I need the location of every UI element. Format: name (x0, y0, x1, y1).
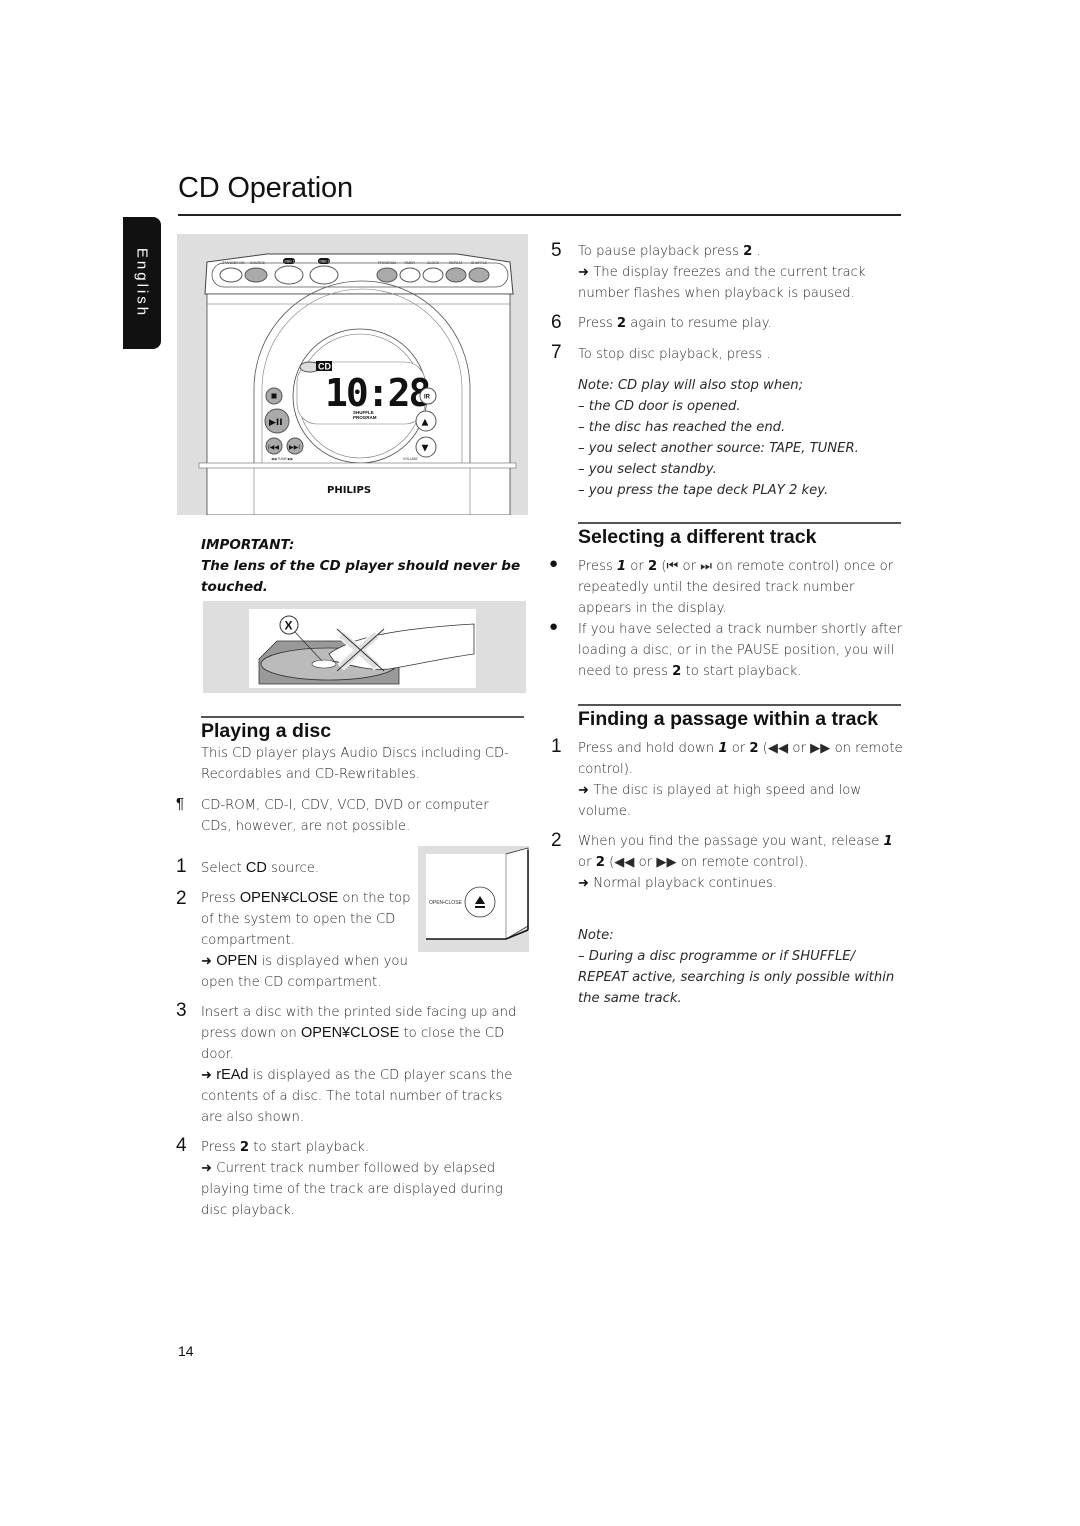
svg-text:I◀◀: I◀◀ (268, 444, 279, 451)
section-divider (578, 522, 901, 524)
selecting-track-bullet-2: If you have selected a track number shor… (578, 622, 902, 679)
result-arrow-icon: ➜ (201, 1068, 213, 1083)
dbb2-button (309, 265, 339, 285)
step-3-text: Insert a disc with the printed side faci… (201, 1005, 517, 1125)
note-item: – you select standby. (578, 462, 717, 477)
display-message: rEAd (216, 1067, 249, 1083)
brand-logo: PHILIPS (327, 485, 371, 496)
top-label: CLOCK (427, 261, 440, 265)
display-message: OPEN (216, 953, 258, 969)
top-label: REPEAT (449, 261, 464, 265)
lens-warning-illustration: X (203, 601, 526, 693)
key-name: OPEN¥CLOSE (300, 1025, 400, 1041)
volume-label: VOLUME (403, 457, 418, 461)
bullet-icon: ● (549, 555, 559, 572)
result-arrow-icon: ➜ (201, 954, 213, 969)
hand-touching-lens-drawing: X (258, 615, 475, 685)
dbb1-button (274, 265, 304, 285)
section-title-selecting-track: Selecting a different track (578, 526, 817, 548)
repeat-button (445, 267, 467, 283)
standby-button (219, 267, 243, 283)
note-item: – the CD door is opened. (578, 399, 741, 414)
language-tab-label: English (133, 247, 151, 319)
timer-button (399, 267, 421, 283)
important-heading: IMPORTANT: (201, 537, 295, 553)
key-name: 2 (239, 1140, 250, 1155)
warning-symbol: ¶ (176, 795, 185, 812)
step-6-text: Press 2 again to resume play. (578, 316, 772, 331)
bullet-icon: ● (549, 618, 559, 635)
top-label: PROGRAM (378, 261, 396, 265)
source-button (244, 267, 268, 283)
svg-text:▲: ▲ (422, 418, 429, 428)
open-close-label: OPEN•CLOSE (429, 900, 463, 906)
step-number: 6 (551, 312, 562, 333)
note-item: – the disc has reached the end. (578, 420, 786, 435)
note-heading: Note: CD play will also stop when; (578, 378, 804, 393)
finding-note-text: – During a disc programme or if SHUFFLE/… (578, 949, 895, 1006)
result-arrow-icon: ➜ (201, 1161, 213, 1176)
key-name: CD (245, 860, 267, 876)
finding-note-heading: Note: (578, 928, 614, 943)
result-arrow-icon: ➜ (578, 876, 590, 891)
step-number: 3 (176, 1000, 187, 1021)
shuffle-button (468, 267, 490, 283)
finding-step-2-text: When you find the passage you want, rele… (578, 834, 893, 891)
top-label: STANDBY-ON (222, 261, 245, 265)
playing-disc-intro: This CD player plays Audio Discs includi… (201, 746, 509, 782)
section-divider (201, 716, 524, 718)
svg-text:▼: ▼ (422, 444, 429, 454)
top-label: SHUFFLE (471, 261, 488, 265)
top-label: DBB 2 (320, 260, 330, 264)
unsupported-disc-warning: CD-ROM, CD-I, CDV, VCD, DVD or computer … (201, 798, 489, 834)
page-title: CD Operation (178, 172, 353, 204)
key-name: 2 (743, 244, 753, 259)
open-close-illustration: OPEN•CLOSE (418, 846, 529, 952)
tune-label: ◀◀ TUNE ▶▶ (271, 457, 294, 461)
step-number: 2 (176, 888, 187, 909)
clock-button (422, 267, 444, 283)
lens-marker: X (285, 619, 293, 633)
important-text: The lens of the CD player should never b… (201, 558, 521, 595)
micro-system-drawing: STANDBY-ON SOURCE DBB 1 DBB 2 PROGRAM TI… (198, 253, 517, 515)
language-tab: English (123, 217, 161, 349)
device-illustration: STANDBY-ON SOURCE DBB 1 DBB 2 PROGRAM TI… (177, 234, 528, 515)
top-label: TIMER (404, 261, 415, 265)
note-item: – you press the tape deck PLAY 2 key. (578, 483, 829, 498)
step-number: 2 (551, 830, 562, 851)
note-item: – you select another source: TAPE, TUNER… (578, 441, 859, 456)
key-name: 2 (616, 316, 627, 331)
page-number: 14 (178, 1343, 194, 1359)
step-number: 7 (551, 342, 562, 363)
step-number: 1 (551, 736, 562, 757)
finding-step-1-text: Press and hold down 1 or 2 (◀◀ or ▶▶ on … (578, 741, 903, 819)
step-number: 5 (551, 240, 562, 261)
result-arrow-icon: ➜ (578, 265, 590, 280)
program-button (376, 267, 398, 283)
lcd-source: CD (318, 362, 331, 372)
lcd-time: 10:28 (325, 371, 430, 415)
svg-text:▶▶I: ▶▶I (289, 444, 300, 451)
ir-label: IR (424, 395, 431, 401)
step-1-text: Select CD source. (201, 860, 320, 876)
top-label: SOURCE (250, 261, 266, 265)
svg-text:▶II: ▶II (269, 418, 283, 428)
step-2-text: Press OPEN¥CLOSE on the top of the syste… (201, 890, 411, 990)
open-close-button-drawing: OPEN•CLOSE (426, 847, 529, 940)
lcd-indicator: PROGRAM (353, 415, 377, 420)
result-arrow-icon: ➜ (578, 783, 590, 798)
step-7-text: To stop disc playback, press . (578, 347, 771, 362)
step-4-text: Press 2 to start playback. ➜ Current tra… (201, 1140, 503, 1218)
step-number: 1 (176, 856, 187, 877)
section-title-finding-passage: Finding a passage within a track (578, 708, 879, 730)
step-5-text: To pause playback press 2 . ➜ The displa… (578, 244, 866, 301)
step-number: 4 (176, 1135, 187, 1156)
key-name: OPEN¥CLOSE (239, 890, 339, 906)
section-title-playing-disc: Playing a disc (201, 720, 332, 742)
title-divider (178, 214, 901, 216)
section-divider (578, 704, 901, 706)
top-label: DBB 1 (285, 260, 295, 264)
selecting-track-bullet-1: Press 1 or 2 (⏮ or ⏭ on remote control) … (578, 559, 894, 616)
